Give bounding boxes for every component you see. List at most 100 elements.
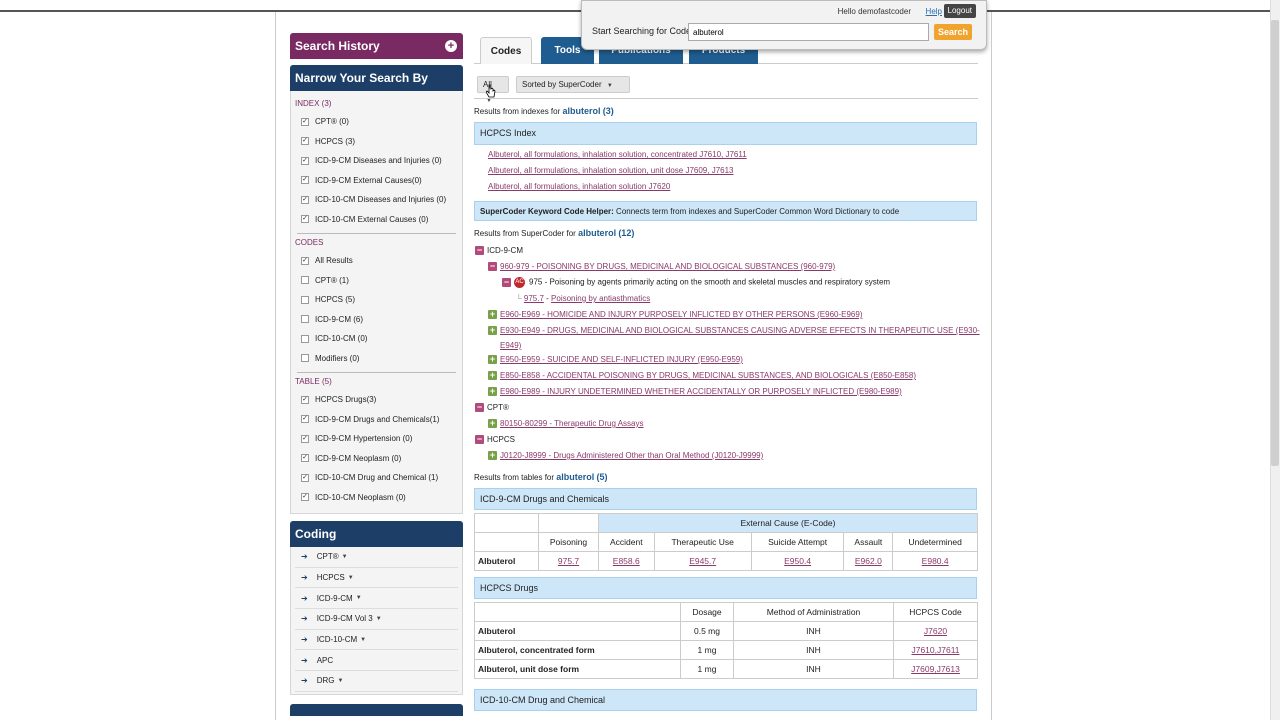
checkbox-icon[interactable]: ✓ xyxy=(301,256,309,265)
tree-link[interactable]: E930-E949 - DRUGS, MEDICINAL AND BIOLOGI… xyxy=(500,326,980,335)
minus-icon[interactable]: − xyxy=(488,262,497,272)
tree-node[interactable]: − AC 975 - Poisoning by agents primarily a… xyxy=(502,277,890,288)
tree-node[interactable]: −960-979 - POISONING BY DRUGS, MEDICINAL… xyxy=(488,262,835,272)
sort-dropdown[interactable]: Sorted by SuperCoder ▼ xyxy=(516,76,630,93)
plus-icon[interactable]: + xyxy=(488,387,497,397)
coding-item-icd9[interactable]: ➔ ICD-9-CM ▼ xyxy=(295,588,458,610)
search-button[interactable]: Search xyxy=(934,24,972,40)
checkbox-icon[interactable]: ✓ xyxy=(301,434,309,443)
checkbox-icon[interactable]: ✓ xyxy=(301,195,309,204)
minus-icon[interactable]: − xyxy=(475,403,484,413)
checkbox-icon[interactable]: ✓ xyxy=(301,493,309,502)
coding-item-cpt[interactable]: ➔ CPT® ▼ xyxy=(295,547,458,568)
filter-codes-cpt[interactable]: CPT® (1) xyxy=(295,271,458,291)
code-link[interactable]: J7610,J7611 xyxy=(911,645,959,655)
page-scrollbar[interactable] xyxy=(1270,0,1280,720)
code-link[interactable]: E945.7 xyxy=(689,556,716,566)
tree-link[interactable]: 80150-80299 - Therapeutic Drug Assays xyxy=(500,419,644,428)
coding-item-hcpcs[interactable]: ➔ HCPCS ▼ xyxy=(295,568,458,589)
plus-icon[interactable]: + xyxy=(488,451,497,461)
tree-link[interactable]: E950-E959 - SUICIDE AND SELF-INFLICTED I… xyxy=(500,355,743,364)
tree-link[interactable]: 960-979 - POISONING BY DRUGS, MEDICINAL … xyxy=(500,262,835,271)
tree-link[interactable]: E980-E989 - INJURY UNDETERMINED WHETHER … xyxy=(500,387,902,396)
minus-icon[interactable]: − xyxy=(475,435,484,445)
checkbox-icon[interactable] xyxy=(301,315,309,324)
tree-node-hcpcs[interactable]: − HCPCS xyxy=(475,435,515,445)
chevron-down-icon[interactable]: ▼ xyxy=(376,616,382,622)
code-link[interactable]: E950.4 xyxy=(784,556,811,566)
plus-icon[interactable]: + xyxy=(445,40,457,52)
plus-icon[interactable]: + xyxy=(488,310,497,320)
tree-node[interactable]: + J0120-J8999 - Drugs Administered Other … xyxy=(488,451,763,461)
filter-index-icd10-diseases[interactable]: ✓ ICD-10-CM Diseases and Injuries (0) xyxy=(295,190,458,210)
checkbox-icon[interactable]: ✓ xyxy=(301,215,309,224)
code-link[interactable]: 975.7 xyxy=(558,556,579,566)
plus-icon[interactable]: + xyxy=(488,326,497,336)
help-link[interactable]: Help xyxy=(926,7,942,16)
filter-codes-icd10[interactable]: ICD-10-CM (0) xyxy=(295,329,458,349)
checkbox-icon[interactable]: ✓ xyxy=(301,454,309,463)
chevron-down-icon[interactable]: ▼ xyxy=(360,637,366,643)
minus-icon[interactable]: − xyxy=(475,246,484,256)
logout-button[interactable]: Logout xyxy=(943,4,976,18)
tree-node[interactable]: + E930-E949 - DRUGS, MEDICINAL AND BIOLOG… xyxy=(488,326,980,336)
minus-icon[interactable]: − xyxy=(502,278,511,287)
checkbox-icon[interactable]: ✓ xyxy=(301,176,309,185)
tree-node[interactable]: + E980-E989 - INJURY UNDETERMINED WHETHER… xyxy=(488,387,902,397)
tree-node[interactable]: └ 975.7 - Poisoning by antiasthmatics xyxy=(516,294,650,303)
chevron-down-icon[interactable]: ▼ xyxy=(356,595,362,601)
filter-codes-hcpcs[interactable]: HCPCS (5) xyxy=(295,290,458,310)
plus-icon[interactable]: + xyxy=(488,371,497,381)
checkbox-icon[interactable] xyxy=(301,276,309,285)
tree-node-icd9[interactable]: − ICD-9-CM xyxy=(475,246,523,256)
filter-table-icd9-neoplasm[interactable]: ✓ ICD-9-CM Neoplasm (0) xyxy=(295,449,458,469)
index-link[interactable]: Albuterol, all formulations, inhalation … xyxy=(488,182,670,191)
tree-node[interactable]: + E850-E858 - ACCIDENTAL POISONING BY DRU… xyxy=(488,371,916,381)
filter-codes-icd9[interactable]: ICD-9-CM (6) xyxy=(295,310,458,330)
checkbox-icon[interactable] xyxy=(301,334,309,343)
filter-codes-all[interactable]: ✓ All Results xyxy=(295,251,458,271)
tree-node[interactable]: + E960-E969 - HOMICIDE AND INJURY PURPOSE… xyxy=(488,310,862,320)
chevron-down-icon[interactable]: ▼ xyxy=(348,575,354,581)
tab-codes[interactable]: Codes xyxy=(480,37,532,64)
code-link[interactable]: J7620 xyxy=(924,626,947,636)
tree-link[interactable]: E949) xyxy=(500,341,521,350)
search-input[interactable] xyxy=(688,23,929,41)
checkbox-icon[interactable] xyxy=(301,295,309,304)
checkbox-icon[interactable]: ✓ xyxy=(301,395,309,404)
filter-table-hcpcs-drugs[interactable]: ✓ HCPCS Drugs(3) xyxy=(295,390,458,410)
filter-table-icd10-drug[interactable]: ✓ ICD-10-CM Drug and Chemical (1) xyxy=(295,468,458,488)
plus-icon[interactable]: + xyxy=(488,419,497,429)
filter-codes-modifiers[interactable]: Modifiers (0) xyxy=(295,349,458,369)
coding-item-icd10[interactable]: ➔ ICD-10-CM ▼ xyxy=(295,630,458,651)
chevron-down-icon[interactable]: ▼ xyxy=(342,554,348,560)
code-link[interactable]: E858.6 xyxy=(613,556,640,566)
tree-node[interactable]: + E950-E959 - SUICIDE AND SELF-INFLICTED … xyxy=(488,355,743,365)
scrollbar-thumb[interactable] xyxy=(1271,20,1279,466)
filter-table-icd9-hypertension[interactable]: ✓ ICD-9-CM Hypertension (0) xyxy=(295,429,458,449)
index-link[interactable]: Albuterol, all formulations, inhalation … xyxy=(488,150,747,159)
tree-link[interactable]: Poisoning by antiasthmatics xyxy=(551,294,650,303)
tree-link[interactable]: J0120-J8999 - Drugs Administered Other t… xyxy=(500,451,763,460)
coding-item-drg[interactable]: ➔ DRG ▼ xyxy=(295,671,458,692)
checkbox-icon[interactable] xyxy=(301,354,309,363)
checkbox-icon[interactable]: ✓ xyxy=(301,415,309,424)
checkbox-icon[interactable]: ✓ xyxy=(301,117,309,126)
index-link[interactable]: Albuterol, all formulations, inhalation … xyxy=(488,166,734,175)
checkbox-icon[interactable]: ✓ xyxy=(301,137,309,146)
checkbox-icon[interactable]: ✓ xyxy=(301,156,309,165)
tree-node-cpt[interactable]: − CPT® xyxy=(475,403,509,413)
filter-table-icd10-neoplasm[interactable]: ✓ ICD-10-CM Neoplasm (0) xyxy=(295,488,458,508)
filter-index-icd9-external[interactable]: ✓ ICD-9-CM External Causes(0) xyxy=(295,171,458,191)
tree-link[interactable]: E850-E858 - ACCIDENTAL POISONING BY DRUG… xyxy=(500,371,916,380)
coding-item-apc[interactable]: ➔ APC xyxy=(295,650,458,672)
tree-node-continuation[interactable]: E949) xyxy=(500,341,521,350)
filter-index-hcpcs[interactable]: ✓ HCPCS (3) xyxy=(295,132,458,152)
code-link[interactable]: E962.0 xyxy=(855,556,882,566)
tree-link[interactable]: E960-E969 - HOMICIDE AND INJURY PURPOSEL… xyxy=(500,310,862,319)
filter-index-cpt[interactable]: ✓ CPT® (0) xyxy=(295,112,458,132)
code-link[interactable]: J7609,J7613 xyxy=(911,664,960,674)
filter-index-icd10-external[interactable]: ✓ ICD-10-CM External Causes (0) xyxy=(295,210,458,230)
checkbox-icon[interactable]: ✓ xyxy=(301,473,309,482)
code-link[interactable]: E980.4 xyxy=(922,556,949,566)
